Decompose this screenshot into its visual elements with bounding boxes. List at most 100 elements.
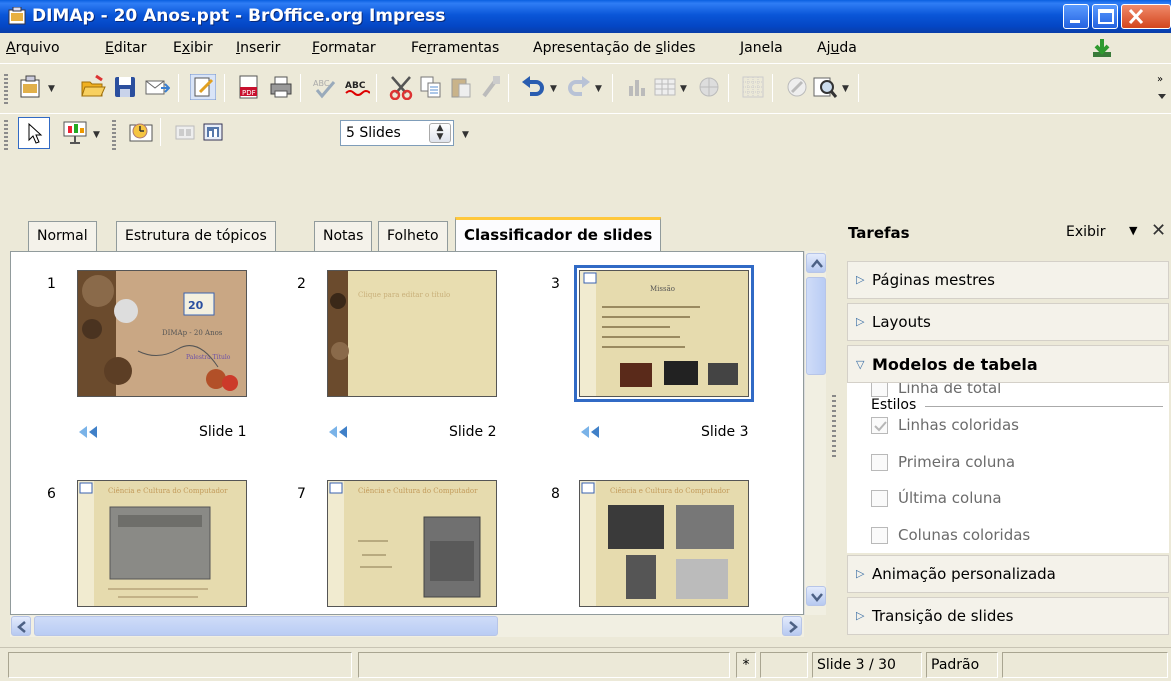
save-icon[interactable] xyxy=(112,74,138,100)
menu-arquivo[interactable]: Arquivo xyxy=(6,40,60,56)
scroll-up-button[interactable] xyxy=(806,253,826,273)
slides-per-row-icon[interactable] xyxy=(172,119,198,145)
minimize-button[interactable] xyxy=(1063,4,1089,29)
close-button[interactable] xyxy=(1121,4,1171,29)
toolbar-separator xyxy=(728,74,729,102)
expand-arrow-icon: ▷ xyxy=(856,567,865,580)
close-panel-icon[interactable]: ✕ xyxy=(1151,220,1166,241)
toolbar-grip[interactable] xyxy=(112,118,116,150)
spinner-arrows-icon[interactable]: ▲ ▼ xyxy=(429,123,451,143)
slide-thumbnail-7[interactable]: Ciência e Cultura do Computador xyxy=(327,480,497,607)
grid-icon[interactable] xyxy=(740,74,766,100)
tab-normal[interactable]: Normal xyxy=(28,221,97,251)
scroll-down-button[interactable] xyxy=(806,586,826,606)
scroll-left-button[interactable] xyxy=(11,616,31,636)
slide-thumbnail-8[interactable]: Ciência e Cultura do Computador xyxy=(579,480,749,607)
table-dropdown-icon[interactable]: ▼ xyxy=(680,84,687,94)
navigator-icon[interactable] xyxy=(784,74,810,100)
section-modelos-de-tabela[interactable]: ▽ Modelos de tabela xyxy=(847,345,1169,383)
slides-per-row-value: 5 Slides xyxy=(346,125,401,141)
auto-spellcheck-icon[interactable]: ABC xyxy=(344,74,370,100)
section-transicao-de-slides[interactable]: ▷ Transição de slides xyxy=(847,597,1169,635)
scroll-right-button[interactable] xyxy=(782,616,802,636)
menu-exibir[interactable]: Exibir xyxy=(173,40,213,56)
slide-thumbnail-1[interactable]: 20 DIMAp - 20 Anos Palestra Título xyxy=(77,270,247,397)
toolbar2-dropdown-icon[interactable]: ▼ xyxy=(462,130,469,140)
section-layouts[interactable]: ▷ Layouts xyxy=(847,303,1169,341)
rehearse-timings-icon[interactable] xyxy=(128,119,154,145)
status-field-signature[interactable] xyxy=(760,652,808,678)
slide-number: 2 xyxy=(297,276,306,292)
export-pdf-icon[interactable]: PDF xyxy=(236,74,262,100)
status-master-page[interactable]: Padrão xyxy=(926,652,998,678)
toolbar-overflow-icon[interactable]: » xyxy=(1155,72,1169,106)
checkbox[interactable] xyxy=(871,490,888,507)
spellcheck-icon[interactable]: ABC xyxy=(312,74,338,100)
slide-transition-icon[interactable] xyxy=(327,424,353,440)
tab-folheto[interactable]: Folheto xyxy=(378,221,448,251)
menu-editar[interactable]: Editar xyxy=(105,40,146,56)
redo-icon[interactable] xyxy=(566,74,592,100)
section-paginas-mestres[interactable]: ▷ Páginas mestres xyxy=(847,261,1169,299)
view-dropdown-icon[interactable]: ▼ xyxy=(1129,224,1137,237)
checkbox[interactable] xyxy=(871,383,888,397)
slide-layout-icon[interactable] xyxy=(200,119,226,145)
copy-icon[interactable] xyxy=(418,74,444,100)
slide-sorter-area[interactable]: 1 20 DIMAp - 20 Anos Palestra Título Sli… xyxy=(10,251,804,615)
chart-icon[interactable] xyxy=(624,74,650,100)
tasks-view-menu[interactable]: Exibir xyxy=(1066,224,1106,240)
slide-thumbnail-2[interactable]: Clique para editar o título xyxy=(327,270,497,397)
redo-dropdown-icon[interactable]: ▼ xyxy=(595,84,602,94)
checkbox[interactable] xyxy=(871,454,888,471)
print-icon[interactable] xyxy=(268,74,294,100)
update-download-icon[interactable] xyxy=(1090,37,1114,59)
horizontal-scroll-thumb[interactable] xyxy=(34,616,498,636)
open-folder-icon[interactable] xyxy=(80,74,106,100)
tab-classificador-de-slides[interactable]: Classificador de slides xyxy=(455,217,662,251)
toolbar-grip[interactable] xyxy=(4,118,8,150)
maximize-button[interactable] xyxy=(1092,4,1118,29)
globe-icon[interactable] xyxy=(696,74,722,100)
paste-icon[interactable] xyxy=(448,74,474,100)
title-bar[interactable]: DIMAp - 20 Anos.ppt - BrOffice.org Impre… xyxy=(0,0,1171,33)
menu-apresentacao[interactable]: Apresentação de slides xyxy=(533,40,696,56)
toolbar-separator xyxy=(224,74,225,102)
zoom-icon[interactable] xyxy=(812,74,838,100)
vertical-scrollbar[interactable] xyxy=(804,251,826,615)
clone-formatting-icon[interactable] xyxy=(478,74,504,100)
new-dropdown-icon[interactable]: ▼ xyxy=(48,84,55,94)
zoom-dropdown-icon[interactable]: ▼ xyxy=(842,84,849,94)
edit-file-icon[interactable] xyxy=(190,74,216,100)
section-animacao-personalizada[interactable]: ▷ Animação personalizada xyxy=(847,555,1169,593)
slide-show-icon[interactable] xyxy=(62,119,88,145)
slide-transition-icon[interactable] xyxy=(77,424,103,440)
toolbar-grip[interactable] xyxy=(4,72,8,104)
checkbox[interactable] xyxy=(871,527,888,544)
select-tool-button[interactable] xyxy=(18,117,50,149)
status-modified-indicator[interactable]: * xyxy=(736,652,756,678)
undo-icon[interactable] xyxy=(520,74,546,100)
menu-ferramentas[interactable]: Ferramentas xyxy=(411,40,499,56)
slides-per-row-spinner[interactable]: 5 Slides ▲ ▼ xyxy=(340,120,454,146)
tab-notas[interactable]: Notas xyxy=(314,221,373,251)
undo-dropdown-icon[interactable]: ▼ xyxy=(550,84,557,94)
slide-6-preview: Ciência e Cultura do Computador xyxy=(78,481,246,606)
menu-inserir[interactable]: Inserir xyxy=(236,40,280,56)
new-document-icon[interactable] xyxy=(18,74,44,100)
email-document-icon[interactable] xyxy=(144,74,170,100)
cut-icon[interactable] xyxy=(388,74,414,100)
slide-thumbnail-3[interactable]: Missão xyxy=(574,265,754,402)
menu-janela[interactable]: Janela xyxy=(740,40,783,56)
table-icon[interactable] xyxy=(652,74,678,100)
status-field-zoom[interactable] xyxy=(1002,652,1168,678)
slide-thumbnail-6[interactable]: Ciência e Cultura do Computador xyxy=(77,480,247,607)
slide-show-dropdown-icon[interactable]: ▼ xyxy=(93,130,100,140)
tab-estrutura-de-topicos[interactable]: Estrutura de tópicos xyxy=(116,221,276,251)
slide-transition-icon[interactable] xyxy=(579,424,605,440)
panel-splitter[interactable] xyxy=(832,392,836,460)
menu-ajuda[interactable]: Ajuda xyxy=(817,40,857,56)
menu-formatar[interactable]: Formatar xyxy=(312,40,376,56)
vertical-scroll-thumb[interactable] xyxy=(806,277,826,375)
horizontal-scrollbar[interactable] xyxy=(10,615,804,637)
checkbox[interactable] xyxy=(871,417,888,434)
